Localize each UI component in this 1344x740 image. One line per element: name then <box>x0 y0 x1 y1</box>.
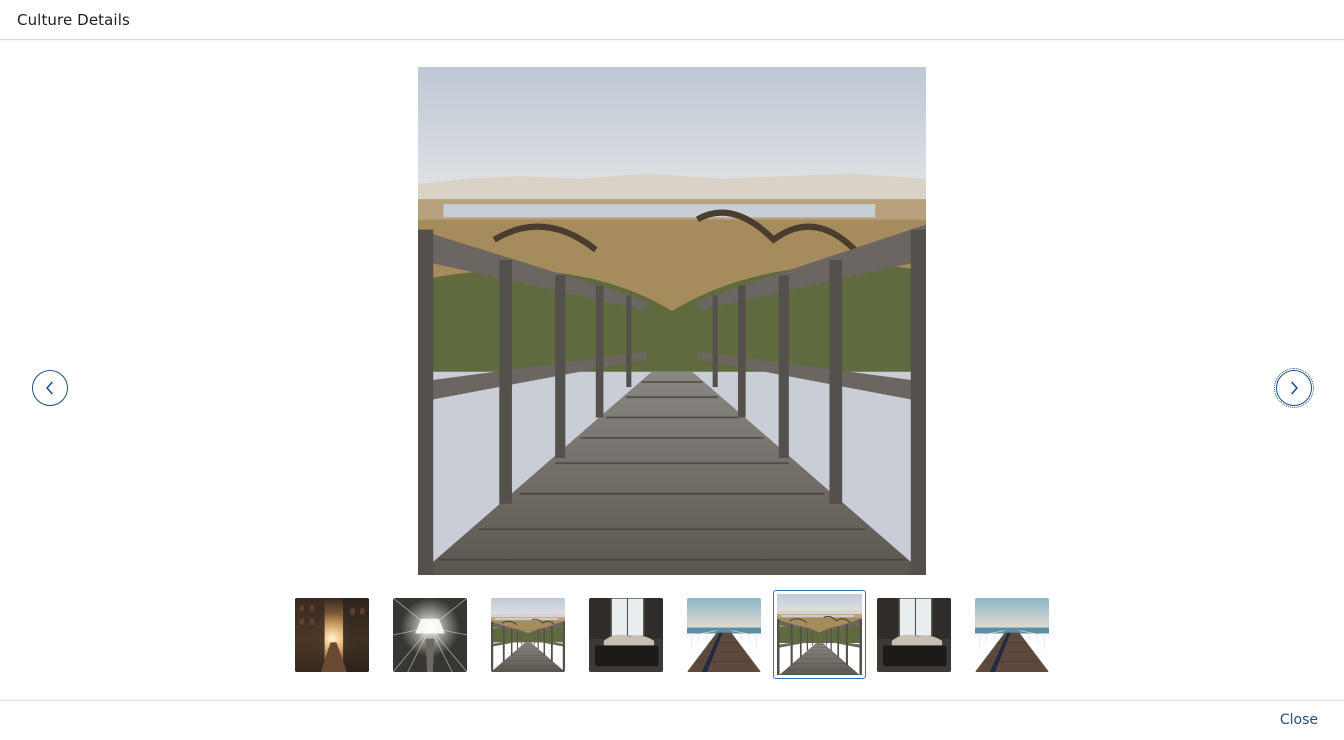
chevron-left-icon <box>46 381 53 395</box>
thumbnail-city-street-sunset[interactable] <box>295 598 369 672</box>
thumbnail-skylight-atrium[interactable] <box>393 598 467 672</box>
culture-details-dialog: Culture Details Close <box>0 0 1344 740</box>
thumbnail-pier-ocean[interactable] <box>687 598 761 672</box>
dialog-header: Culture Details <box>0 0 1344 40</box>
close-button[interactable]: Close <box>1280 712 1318 728</box>
thumbnail-wooden-boardwalk[interactable] <box>491 598 565 672</box>
chevron-right-icon <box>1291 381 1298 395</box>
thumbnail-pier-ocean[interactable] <box>975 598 1049 672</box>
thumbnail-window-sofa[interactable] <box>589 598 663 672</box>
thumbnail-window-sofa[interactable] <box>877 598 951 672</box>
main-image-wooden-boardwalk <box>418 67 926 575</box>
dialog-footer: Close <box>0 700 1344 740</box>
boardwalk-photo <box>418 67 926 575</box>
thumbnail-wooden-boardwalk-active[interactable] <box>773 590 866 679</box>
previous-image-button[interactable] <box>32 370 68 406</box>
thumbnail-strip <box>0 590 1344 680</box>
dialog-title: Culture Details <box>17 11 130 29</box>
next-image-button[interactable] <box>1274 368 1314 408</box>
